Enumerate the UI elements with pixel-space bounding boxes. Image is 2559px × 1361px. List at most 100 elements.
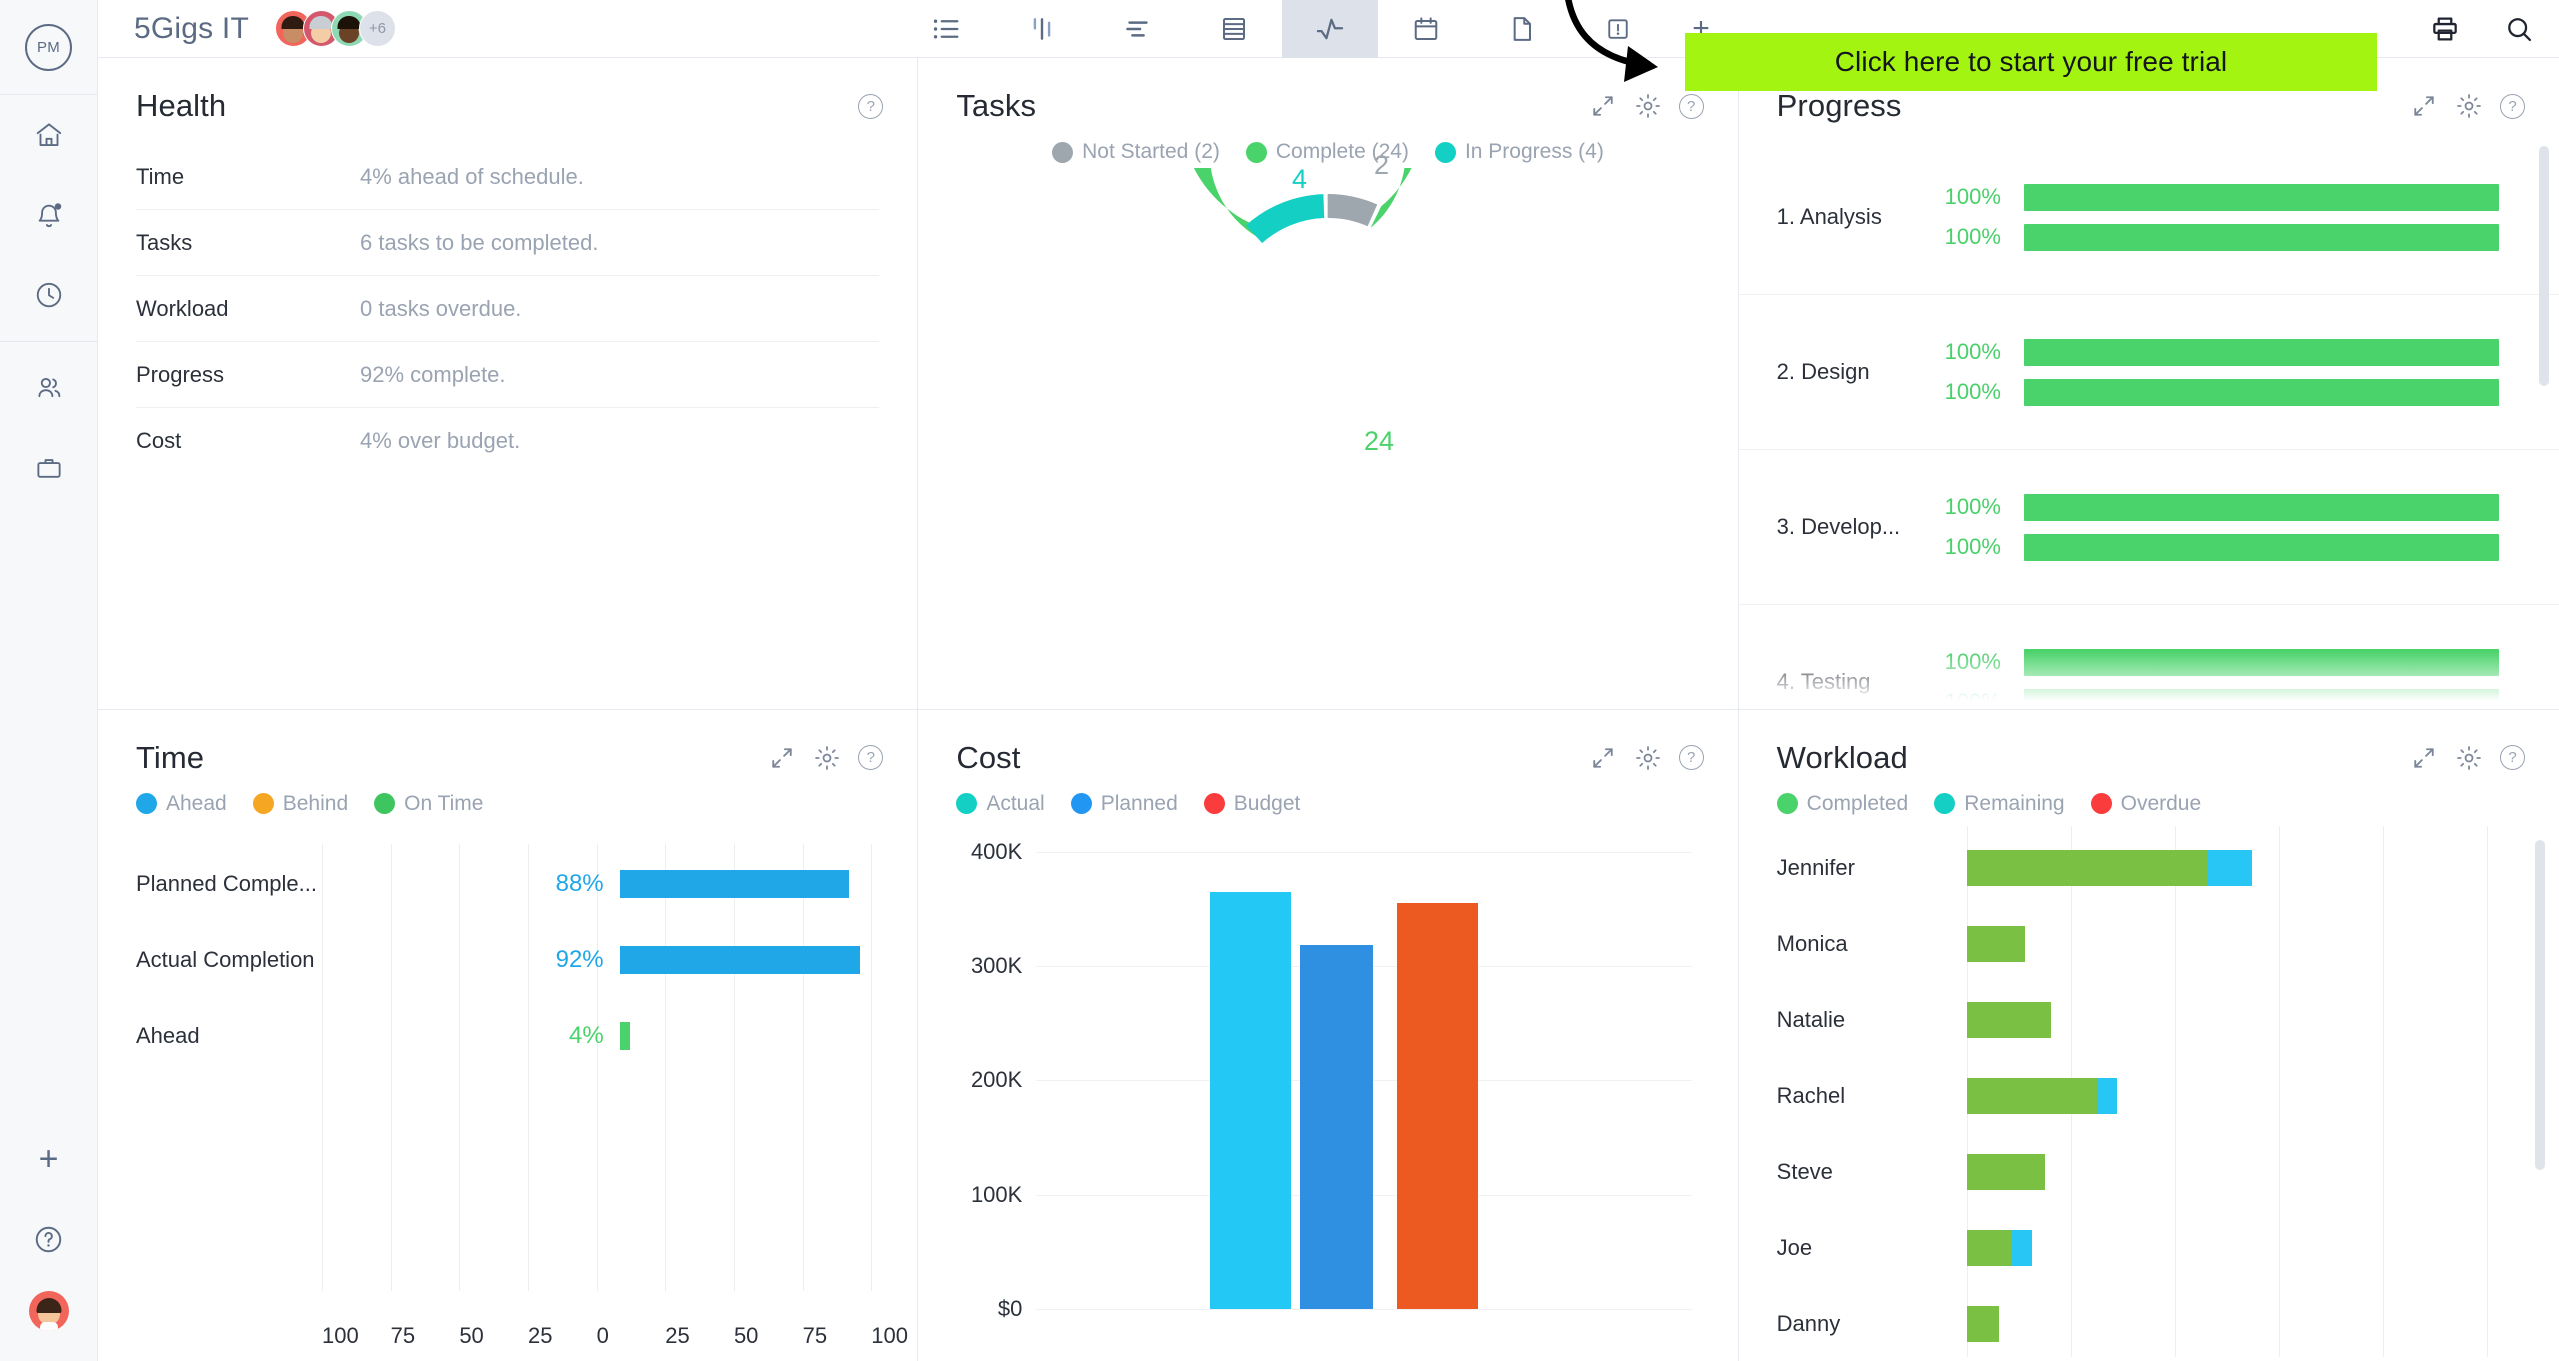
help-icon[interactable]: ? <box>1678 745 1704 770</box>
bell-icon <box>34 200 64 230</box>
table-row: Time 4% ahead of schedule. <box>136 144 880 210</box>
axis-tick: $0 <box>997 1296 1023 1321</box>
workload-seg-remaining[interactable] <box>2096 1077 2118 1114</box>
progress-bar-pair: 100% 100% <box>1944 338 2499 406</box>
help-icon[interactable]: ? <box>2499 745 2525 770</box>
app-logo[interactable]: PM <box>0 0 97 95</box>
gear-icon[interactable] <box>1634 744 1662 772</box>
people-icon <box>34 373 64 403</box>
health-value: 4% over budget. <box>360 428 521 453</box>
tab-calendar-view[interactable] <box>1378 0 1474 58</box>
progress-bar-fill <box>2023 688 2499 709</box>
workload-seg-remaining[interactable] <box>2206 849 2253 886</box>
legend-item: Not Started (2) <box>1052 140 1220 164</box>
legend-item: In Progress (4) <box>1434 140 1604 164</box>
sidebar-item-notifications[interactable] <box>0 175 97 255</box>
avatar-group[interactable]: +6 <box>274 10 396 47</box>
axis-tick: 300K <box>970 952 1023 978</box>
progress-bar-fill <box>2023 338 2499 366</box>
gear-icon[interactable] <box>2455 744 2483 772</box>
panel-progress: Progress ? 1. Analysis 100% 100% 2. Desi… <box>1738 58 2559 710</box>
time-value: 88% <box>555 869 604 897</box>
health-value: 92% complete. <box>360 361 506 387</box>
table-row: Steve <box>1739 1134 2559 1210</box>
tab-pages-view[interactable] <box>1474 0 1570 58</box>
expand-icon[interactable] <box>1589 92 1617 120</box>
workload-seg-completed[interactable] <box>1966 849 2207 886</box>
help-icon[interactable]: ? <box>2499 93 2525 119</box>
help-icon[interactable]: ? <box>858 93 884 119</box>
sidebar-item-portfolio[interactable] <box>0 428 97 508</box>
time-row-label: Planned Comple... <box>136 870 317 896</box>
tab-issues-view[interactable] <box>1570 0 1666 58</box>
workload-scrollbar[interactable] <box>2534 839 2545 1170</box>
progress-scrollbar[interactable] <box>2538 146 2549 386</box>
progress-value: 100% <box>1944 339 2001 364</box>
legend-label: Planned <box>1100 791 1178 815</box>
avatar-overflow-count[interactable]: +6 <box>358 10 396 47</box>
gear-icon[interactable] <box>813 744 841 772</box>
workload-seg-completed[interactable] <box>1966 1229 2013 1266</box>
help-icon[interactable]: ? <box>858 745 884 770</box>
sidebar-item-timesheets[interactable] <box>0 255 97 335</box>
tab-dashboard-view[interactable] <box>1282 0 1378 58</box>
progress-bar-pair: 100% 100% <box>1945 493 2499 561</box>
legend-item: Actual <box>956 792 1045 816</box>
legend-item: Remaining <box>1934 792 2065 816</box>
legend-dot-not-started <box>1052 141 1074 163</box>
help-icon[interactable]: ? <box>1678 93 1704 119</box>
tab-list-view[interactable] <box>898 0 994 58</box>
panel-header: Cost ? <box>918 710 1737 780</box>
workload-seg-completed[interactable] <box>1966 1153 2045 1190</box>
page-title: 5Gigs IT <box>134 11 249 45</box>
progress-phase-label: 2. Design <box>1776 359 1870 384</box>
user-avatar[interactable] <box>0 1279 97 1343</box>
expand-icon[interactable] <box>2410 744 2438 772</box>
progress-bar-row: 100% <box>1945 688 2499 709</box>
list-item: 1. Analysis 100% 100% <box>1738 140 2559 295</box>
expand-icon[interactable] <box>1589 744 1617 772</box>
workload-seg-completed[interactable] <box>1966 1077 2097 1114</box>
legend-dot-planned <box>1070 793 1092 814</box>
workload-seg-completed[interactable] <box>1966 1305 2000 1342</box>
legend-dot-remaining <box>1934 793 1956 814</box>
time-bar-fill <box>619 945 860 974</box>
print-button[interactable] <box>2429 13 2461 45</box>
legend-item: On Time <box>374 792 483 816</box>
gear-icon[interactable] <box>2455 92 2483 120</box>
table-row: Joe <box>1739 1210 2559 1286</box>
health-label: Tasks <box>136 229 193 255</box>
tab-board-view[interactable] <box>994 0 1090 58</box>
workload-seg-completed[interactable] <box>1966 1001 2052 1038</box>
expand-icon[interactable] <box>768 744 796 772</box>
legend-label: On Time <box>404 791 484 815</box>
cost-plot-area: $0 100K 200K 300K 400K <box>971 839 1692 1321</box>
legend-label: Not Started (2) <box>1082 140 1220 163</box>
free-trial-banner[interactable]: Click here to start your free trial <box>1685 33 2377 91</box>
workload-seg-remaining[interactable] <box>2012 1229 2032 1266</box>
add-button[interactable]: + <box>0 1119 97 1199</box>
workload-seg-completed[interactable] <box>1966 925 2025 962</box>
expand-icon[interactable] <box>2410 92 2438 120</box>
help-button[interactable] <box>0 1199 97 1279</box>
sidebar-item-people[interactable] <box>0 348 97 428</box>
avatar <box>28 1291 69 1331</box>
cost-bar-actual[interactable] <box>1209 891 1292 1309</box>
health-label: Progress <box>136 361 225 387</box>
cost-column-chart: $0 100K 200K 300K 400K <box>918 816 1737 1358</box>
panel-tools: ? <box>2410 92 2525 120</box>
sidebar-item-home[interactable] <box>0 95 97 175</box>
legend-item: Budget <box>1203 792 1300 816</box>
cost-bar-budget[interactable] <box>1396 903 1478 1309</box>
gear-icon[interactable] <box>1634 92 1662 120</box>
panel-cost: Cost ? Actual Planned Budget $0 100K 200… <box>918 709 1739 1361</box>
panel-title: Health <box>136 88 227 123</box>
panel-title: Progress <box>1776 88 1902 123</box>
search-button[interactable] <box>2503 13 2535 45</box>
tab-gantt-view[interactable] <box>1090 0 1186 58</box>
tab-sheet-view[interactable] <box>1186 0 1282 58</box>
cost-bars <box>1036 852 1691 1309</box>
cost-bar-planned[interactable] <box>1299 945 1374 1309</box>
progress-bar-fill <box>2023 223 2499 251</box>
health-label: Cost <box>136 428 182 453</box>
